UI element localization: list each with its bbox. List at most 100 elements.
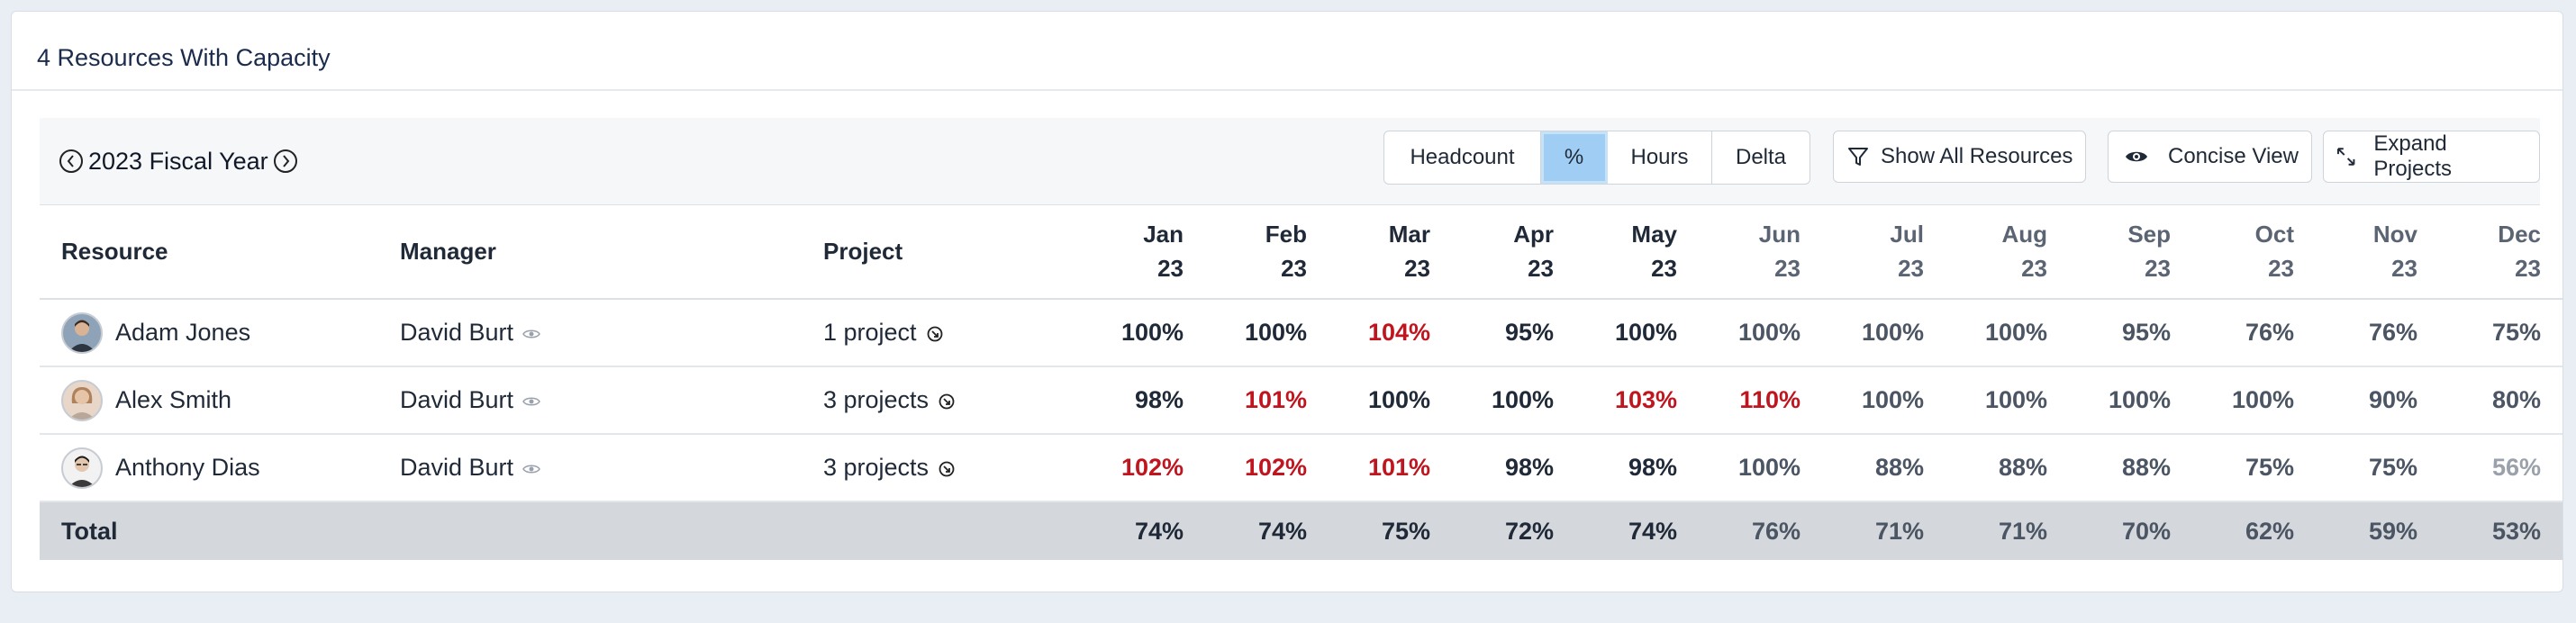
avatar [61,312,103,354]
value-cell: 80% [2439,366,2562,435]
headcount-segment[interactable]: Headcount [1384,131,1541,184]
resource-name[interactable]: Adam Jones [115,319,250,347]
prev-year-button[interactable] [59,149,83,173]
manager-name: David Burt [400,454,514,481]
percent-segment[interactable]: % [1541,131,1608,184]
table-row: Adam Jones David Burt 1 project 100% 100… [40,299,2562,367]
total-cell: 62% [2192,501,2316,560]
divider [12,89,2562,91]
value-cell: 76% [2192,299,2316,367]
project-count[interactable]: 3 projects [823,454,929,481]
project-header[interactable]: Project [823,204,1093,300]
project-count[interactable]: 1 project [823,319,917,346]
month-header-may: May 23 [1575,204,1699,300]
view-mode-segmented: Headcount % Hours Delta [1383,131,1810,185]
value-cell: 98% [1452,434,1575,502]
value-cell: 102% [1093,434,1205,502]
capacity-card: 4 Resources With Capacity 2023 Fiscal Ye… [11,11,2563,592]
value-cell: 76% [2316,299,2439,367]
value-cell: 100% [2069,366,2192,435]
value-cell: 90% [2316,366,2439,435]
total-cell: 74% [1205,501,1329,560]
table-row: Anthony Dias David Burt 3 projects 102% … [40,434,2562,502]
project-count[interactable]: 3 projects [823,386,929,413]
header-row: Resource Manager Project Jan 23 Feb 23 Mar… [40,204,2562,300]
resource-name[interactable]: Alex Smith [115,386,231,414]
value-cell: 103% [1575,366,1699,435]
month-header-jul: Jul 23 [1822,204,1946,300]
eye-icon [522,330,540,339]
total-cell: 74% [1093,501,1205,560]
fiscal-year-nav: 2023 Fiscal Year [59,145,297,177]
value-cell: 100% [1699,299,1822,367]
chevron-left-icon [67,155,74,167]
month-header-mar: Mar 23 [1329,204,1452,300]
value-cell: 101% [1205,366,1329,435]
total-label: Total [40,501,400,560]
total-cell: 76% [1699,501,1822,560]
value-cell: 110% [1699,366,1822,435]
value-cell: 56% [2439,434,2562,502]
month-header-jan: Jan 23 [1093,204,1205,300]
value-cell: 100% [1205,299,1329,367]
value-cell: 95% [2069,299,2192,367]
manager-name: David Burt [400,386,514,413]
manager-header[interactable]: Manager [400,204,823,300]
toolbar: 2023 Fiscal Year Headcount % Hours Delta… [40,118,2540,205]
resource-name[interactable]: Anthony Dias [115,454,260,482]
manager-name: David Burt [400,319,514,346]
fiscal-year-label: 2023 Fiscal Year [88,147,268,175]
value-cell: 100% [1699,434,1822,502]
arrow-circle-icon [927,326,942,342]
month-header-feb: Feb 23 [1205,204,1329,300]
value-cell: 75% [2439,299,2562,367]
month-header-jun: Jun 23 [1699,204,1822,300]
expand-icon [2336,148,2355,166]
hours-segment[interactable]: Hours [1608,131,1712,184]
concise-view-button[interactable]: Concise View [2108,131,2312,183]
total-cell: 59% [2316,501,2439,560]
resource-header[interactable]: Resource [40,204,400,300]
table-row: Alex Smith David Burt 3 projects 98% 101… [40,366,2562,435]
next-year-button[interactable] [273,149,297,173]
value-cell: 100% [1822,366,1946,435]
month-header-aug: Aug 23 [1946,204,2069,300]
value-cell: 100% [1093,299,1205,367]
value-cell: 102% [1205,434,1329,502]
value-cell: 101% [1329,434,1452,502]
eye-icon [2126,151,2147,162]
card-title: 4 Resources With Capacity [37,44,331,71]
show-all-label: Show All Resources [1881,144,2073,168]
value-cell: 98% [1093,366,1205,435]
expand-projects-button[interactable]: Expand Projects [2323,131,2540,183]
total-cell: 53% [2439,501,2562,560]
total-cell: 75% [1329,501,1452,560]
filter-icon [1848,148,1868,166]
value-cell: 100% [1329,366,1452,435]
eye-icon [522,465,540,474]
expand-projects-label: Expand Projects [2373,131,2453,181]
concise-view-label: Concise View [2168,144,2299,168]
month-header-nov: Nov 23 [2316,204,2439,300]
month-header-apr: Apr 23 [1452,204,1575,300]
total-cell: 70% [2069,501,2192,560]
total-cell: 72% [1452,501,1575,560]
total-cell: 71% [1822,501,1946,560]
value-cell: 100% [1452,366,1575,435]
eye-icon [522,397,540,406]
avatar [61,379,103,421]
total-row: Total 74% 74% 75% 72% 74% 76% 71% 71% 70… [40,501,2562,560]
chevron-right-icon [282,155,289,167]
value-cell: 95% [1452,299,1575,367]
value-cell: 104% [1329,299,1452,367]
value-cell: 100% [1822,299,1946,367]
month-header-dec: Dec 23 [2439,204,2562,300]
show-all-resources-button[interactable]: Show All Resources [1833,131,2087,183]
value-cell: 75% [2316,434,2439,502]
total-cell: 74% [1575,501,1699,560]
arrow-circle-icon [939,461,955,477]
month-header-sep: Sep 23 [2069,204,2192,300]
avatar [61,447,103,489]
value-cell: 98% [1575,434,1699,502]
delta-segment[interactable]: Delta [1712,131,1810,184]
